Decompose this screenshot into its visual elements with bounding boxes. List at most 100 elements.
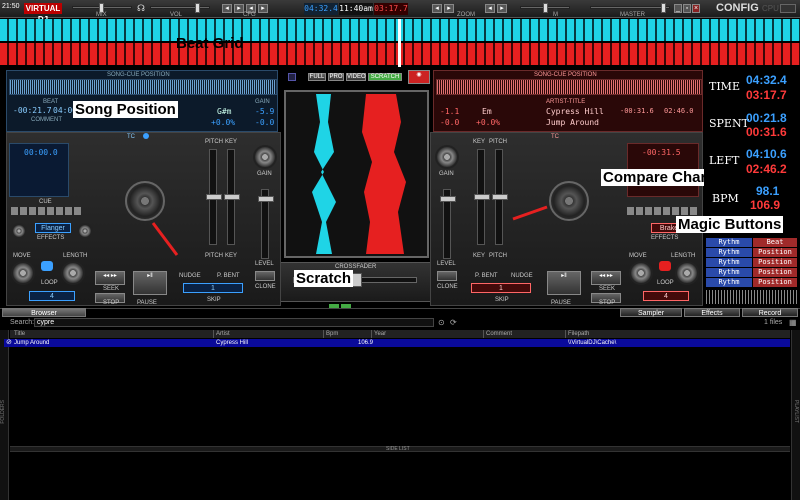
config-button[interactable]: CONFIG: [716, 2, 759, 14]
maximize-icon[interactable]: ▫: [683, 4, 691, 13]
deck-right-cue-buttons[interactable]: [627, 207, 697, 215]
deck-left-move-label: MOVE: [13, 253, 31, 259]
magic-button-1b[interactable]: Beat: [753, 238, 797, 247]
deck-right-key-slider[interactable]: [474, 149, 490, 245]
deck-left-move-knob[interactable]: [11, 261, 35, 285]
zoom-btn-3[interactable]: ◂: [485, 4, 495, 13]
deck-left-jog-wheel[interactable]: [125, 181, 165, 221]
search-options-icon[interactable]: ⊙: [438, 318, 445, 327]
refresh-icon[interactable]: ⟳: [450, 318, 457, 327]
side-list-bar[interactable]: SIDE LIST: [10, 446, 790, 452]
deck-right: TC GAIN LEVEL CLONE KEY PITCH KEY PITCH …: [430, 132, 703, 306]
deck-right-move-knob[interactable]: [629, 261, 653, 285]
beat-grid[interactable]: [0, 19, 800, 67]
deck-right-pbent-label: P. BENT: [475, 273, 498, 279]
deck-left-play-pause-button[interactable]: ▸‖: [133, 271, 167, 295]
tab-browser[interactable]: Browser: [2, 308, 86, 317]
deck-left-cue-panel: 00:00.0: [9, 143, 69, 197]
deck-left-cue-time: 00:00.0: [24, 148, 58, 157]
tab-sampler[interactable]: Sampler: [620, 308, 682, 317]
deck-left-clone-button[interactable]: [255, 271, 275, 281]
left-blue: 04:10.6: [746, 147, 787, 161]
magic-button-4a[interactable]: Rythm: [706, 268, 752, 277]
view-pro-button[interactable]: PRO: [328, 73, 344, 81]
magic-button-5a[interactable]: Rythm: [706, 278, 752, 287]
deck-right-jog-wheel[interactable]: [549, 181, 589, 221]
cfg-btn-4[interactable]: ▸: [258, 4, 268, 13]
deck-right-play-pause-button[interactable]: ▸‖: [547, 271, 581, 295]
tab-record[interactable]: Record: [742, 308, 798, 317]
mix-slider[interactable]: [72, 3, 132, 13]
deck-left-song-position[interactable]: [9, 79, 277, 95]
view-scratch-button[interactable]: SCRATCH: [368, 73, 402, 81]
deck-left-pbent-label: P. BENT: [217, 273, 240, 279]
deck-right-gain-knob[interactable]: [435, 145, 459, 169]
col-year[interactable]: Year: [374, 330, 484, 338]
deck-right-pitch-slider[interactable]: [492, 149, 508, 245]
deck-right-tc: TC: [551, 134, 559, 140]
record-button[interactable]: ◉: [408, 70, 430, 84]
folders-sidebar[interactable]: FOLDERS: [0, 330, 9, 500]
magic-button-3a[interactable]: Rythm: [706, 258, 752, 267]
deck-left-skip-value[interactable]: 1: [183, 283, 243, 293]
deck-right-skip-value[interactable]: 1: [471, 283, 531, 293]
deck-right-level-fader[interactable]: [440, 189, 456, 259]
deck-left-seek-button[interactable]: ◂◂ ▸▸: [95, 271, 125, 285]
deck-right-loop-value[interactable]: 4: [643, 291, 689, 301]
playlist-sidebar[interactable]: PLAYLIST: [791, 330, 800, 500]
magic-button-2a[interactable]: Rythm: [706, 248, 752, 257]
table-row[interactable]: [4, 339, 790, 347]
vol-slider[interactable]: [150, 3, 210, 13]
cfg-btn-1[interactable]: ◂: [222, 4, 232, 13]
left-label: LEFT: [709, 154, 740, 167]
col-comment[interactable]: Comment: [486, 330, 566, 338]
deck-left-effect-knob2[interactable]: [77, 223, 93, 239]
deck-right-move-label: MOVE: [629, 253, 647, 259]
magic-button-4b[interactable]: Position: [753, 268, 797, 277]
deck-right-clone-button[interactable]: [437, 271, 457, 281]
deck-right-key: Em: [482, 107, 492, 116]
deck-right-length-knob[interactable]: [675, 261, 699, 285]
magic-button-1a[interactable]: Rythm: [706, 238, 752, 247]
col-bpm[interactable]: Bpm: [326, 330, 372, 338]
minimize-icon[interactable]: _: [674, 4, 682, 13]
deck-right-seek-button[interactable]: ◂◂ ▸▸: [591, 271, 621, 285]
deck-left-effect-select[interactable]: Flanger: [35, 223, 71, 233]
view-video-button[interactable]: VIDEO: [346, 73, 366, 81]
master-slider[interactable]: [590, 3, 670, 13]
deck-left-key-slider[interactable]: [224, 149, 240, 245]
magic-button-2b[interactable]: Position: [753, 248, 797, 257]
zoom-btn-2[interactable]: ▸: [444, 4, 454, 13]
headphones-icon[interactable]: ☊: [137, 3, 145, 14]
col-filepath[interactable]: Filepath: [568, 330, 790, 338]
zoom-btn-1[interactable]: ◂: [432, 4, 442, 13]
deck-right-loop-button[interactable]: [659, 261, 671, 271]
view-full-button[interactable]: FULL: [308, 73, 326, 81]
deck-right-pitch-label: PITCH: [489, 139, 507, 145]
sync-left-button[interactable]: [288, 73, 296, 81]
deck-right-skip-label: SKIP: [495, 297, 509, 303]
col-title[interactable]: Title: [14, 330, 214, 338]
magic-button-5b[interactable]: Position: [753, 278, 797, 287]
deck-left-pitch-slider[interactable]: [206, 149, 222, 245]
magic-button-3b[interactable]: Position: [753, 258, 797, 267]
search-input[interactable]: cypre: [34, 318, 434, 327]
deck-left-level-fader[interactable]: [258, 189, 274, 259]
tab-effects[interactable]: Effects: [684, 308, 740, 317]
col-artist[interactable]: Artist: [216, 330, 324, 338]
deck-left-loop-button[interactable]: [41, 261, 53, 271]
scratch-view[interactable]: [284, 90, 429, 258]
m-slider[interactable]: [520, 3, 570, 13]
row-filepath: \\VirtualDJ\Cache\: [568, 340, 617, 346]
layout-icon[interactable]: ▦: [789, 318, 797, 327]
zoom-btn-4[interactable]: ▸: [497, 4, 507, 13]
deck-left-gain-label: GAIN: [255, 99, 270, 105]
close-icon[interactable]: ×: [692, 4, 700, 13]
deck-left-loop-value[interactable]: 4: [29, 291, 75, 301]
deck-left-cue-buttons[interactable]: [11, 207, 81, 215]
deck-left-gain-knob[interactable]: [253, 145, 277, 169]
deck-right-song-position[interactable]: [436, 79, 702, 95]
deck-right-stop-label: STOP: [599, 300, 616, 306]
deck-left-effect-knob[interactable]: [11, 223, 27, 239]
deck-left-length-knob[interactable]: [61, 261, 85, 285]
